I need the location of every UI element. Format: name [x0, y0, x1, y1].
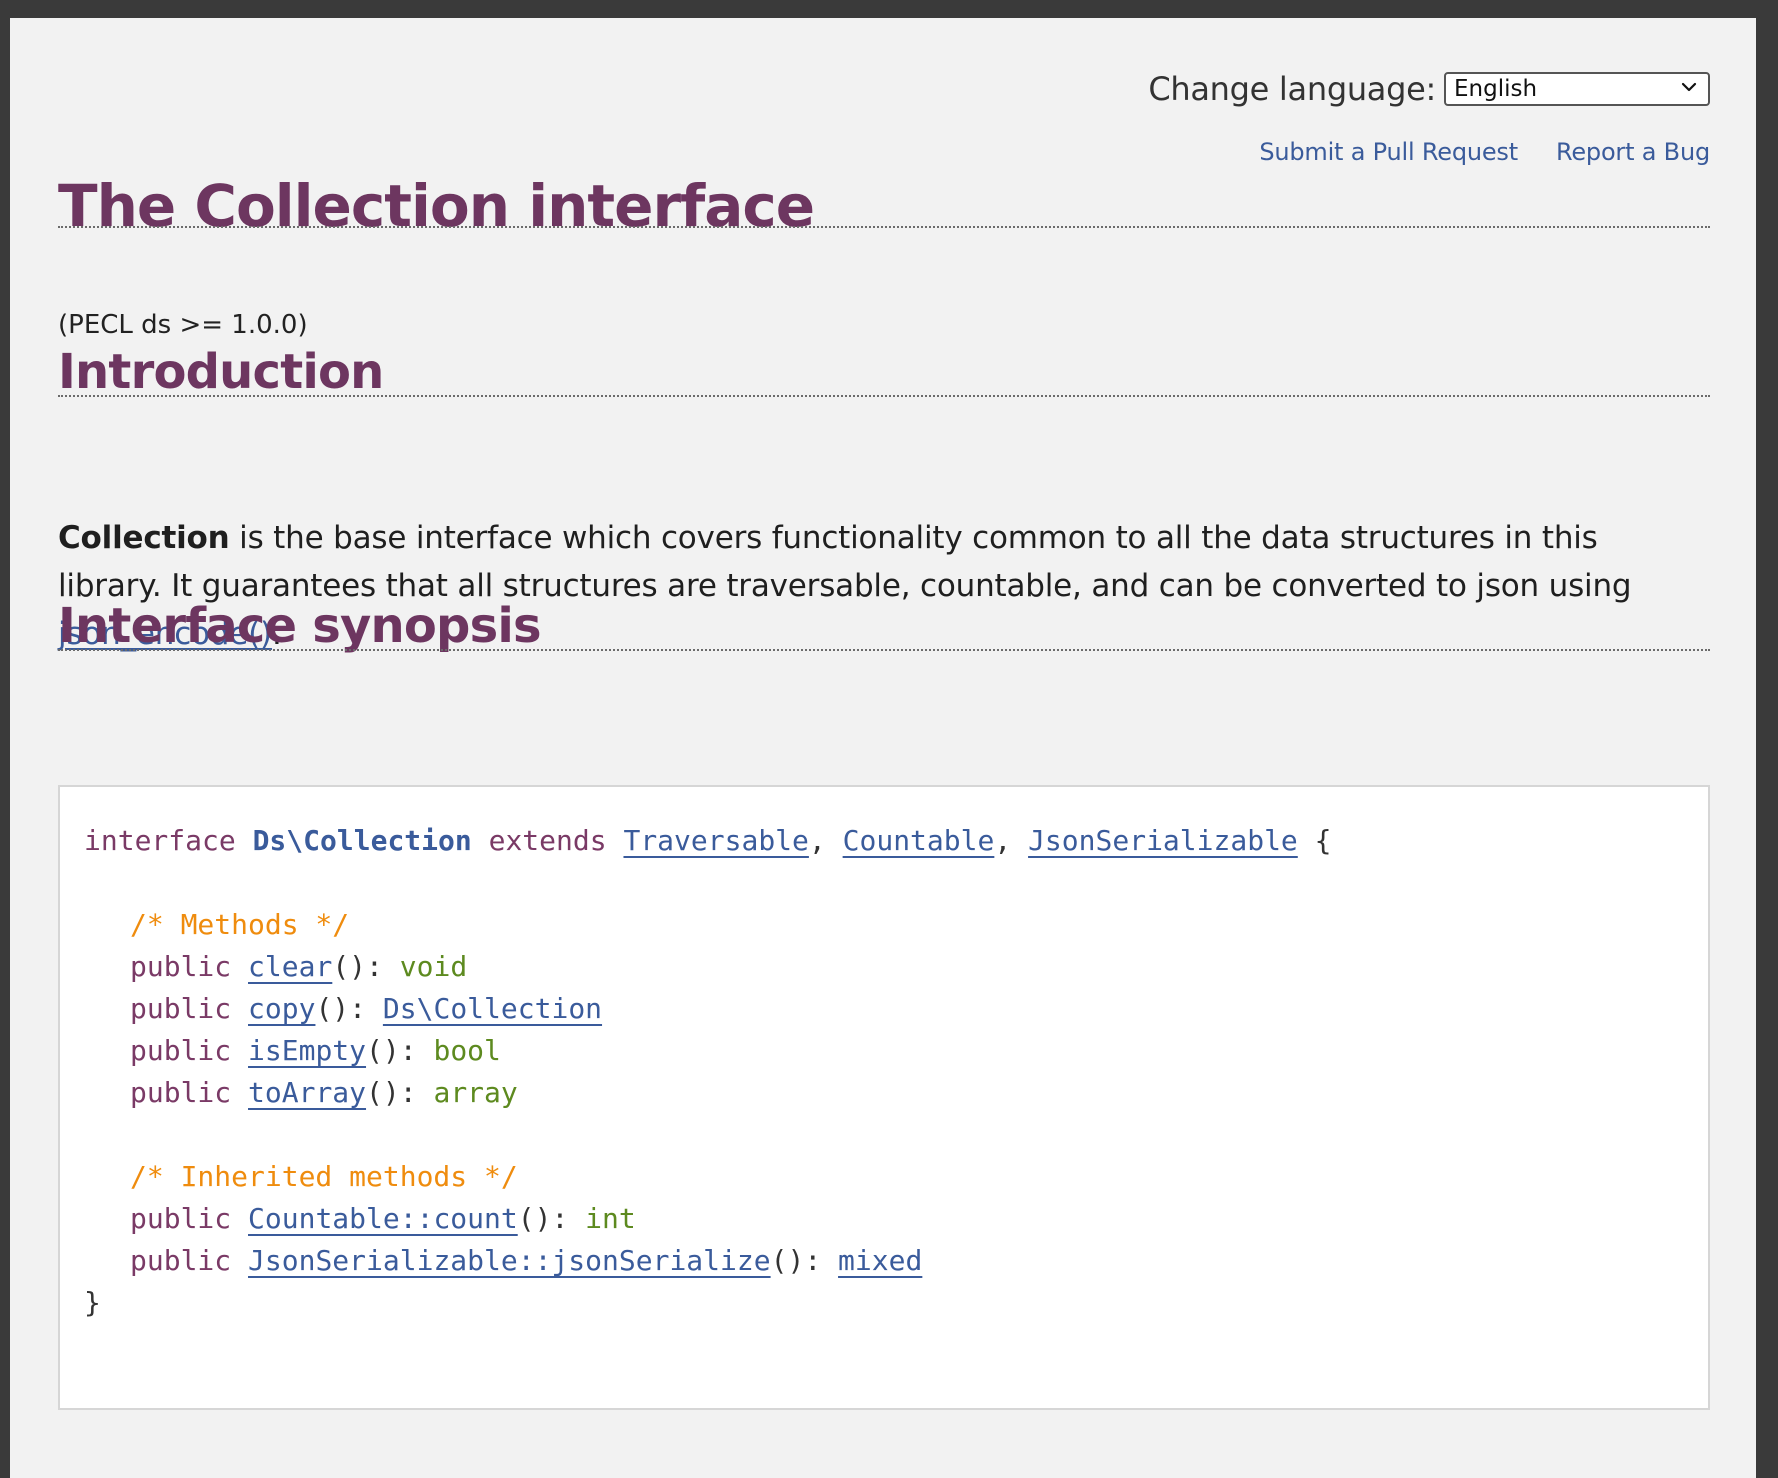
intro-text: is the base interface which covers funct…	[58, 520, 1632, 604]
modifier: public	[130, 1034, 232, 1067]
modifier: public	[130, 1202, 232, 1235]
keyword-interface: interface	[84, 824, 236, 857]
parens: ():	[366, 1034, 434, 1067]
top-links: Submit a Pull Request Report a Bug	[1259, 138, 1710, 166]
class-name: Ds\Collection	[252, 824, 472, 857]
page-title: The Collection interface	[58, 172, 815, 240]
return-type: int	[585, 1202, 636, 1235]
parent-traversable-link[interactable]: Traversable	[623, 824, 808, 857]
submit-pull-request-link[interactable]: Submit a Pull Request	[1259, 138, 1518, 166]
parent-jsonserializable-link[interactable]: JsonSerializable	[1028, 824, 1298, 857]
modifier: public	[130, 950, 232, 983]
method-isempty-link[interactable]: isEmpty	[248, 1034, 366, 1067]
language-switcher: Change language: English	[1148, 70, 1710, 108]
method-countable-count-link[interactable]: Countable::count	[248, 1202, 518, 1235]
language-selected-value: English	[1454, 76, 1538, 102]
comment-inherited: /* Inherited methods */	[130, 1160, 518, 1193]
synopsis-divider	[58, 649, 1710, 651]
modifier: public	[130, 1076, 232, 1109]
close-brace: }	[84, 1286, 101, 1319]
page-frame: Change language: English Submit a Pull R…	[10, 18, 1756, 1478]
return-type: array	[433, 1076, 518, 1109]
method-row: public toArray(): array	[130, 1073, 518, 1113]
collection-term: Collection	[58, 520, 230, 556]
language-label: Change language:	[1148, 70, 1436, 108]
report-bug-link[interactable]: Report a Bug	[1556, 138, 1710, 166]
introduction-divider	[58, 395, 1710, 397]
method-row: public JsonSerializable::jsonSerialize()…	[130, 1241, 922, 1281]
comma: ,	[994, 824, 1029, 857]
parens: ():	[517, 1202, 586, 1235]
method-clear-link[interactable]: clear	[248, 950, 332, 983]
parens: ():	[315, 992, 383, 1025]
chevron-down-icon	[1681, 82, 1697, 92]
method-toarray-link[interactable]: toArray	[248, 1076, 366, 1109]
return-type: bool	[433, 1034, 501, 1067]
method-copy-link[interactable]: copy	[248, 992, 315, 1025]
parens: ():	[770, 1244, 839, 1277]
synopsis-heading: Interface synopsis	[58, 598, 542, 654]
version-info: (PECL ds >= 1.0.0)	[58, 310, 308, 340]
parens: ():	[366, 1076, 434, 1109]
synopsis-declaration: interface Ds\Collection extends Traversa…	[84, 821, 1332, 861]
keyword-extends: extends	[488, 824, 607, 857]
open-brace: {	[1314, 824, 1332, 857]
method-row: public copy(): Ds\Collection	[130, 989, 602, 1029]
language-select[interactable]: English	[1444, 72, 1710, 106]
introduction-heading: Introduction	[58, 344, 384, 400]
return-type-mixed-link[interactable]: mixed	[838, 1244, 922, 1277]
return-type-collection-link[interactable]: Ds\Collection	[383, 992, 602, 1025]
method-row: public Countable::count(): int	[130, 1199, 636, 1239]
comma: ,	[808, 824, 843, 857]
modifier: public	[130, 992, 232, 1025]
method-row: public clear(): void	[130, 947, 467, 987]
parent-countable-link[interactable]: Countable	[843, 824, 995, 857]
method-row: public isEmpty(): bool	[130, 1031, 501, 1071]
return-type: void	[399, 950, 468, 983]
parens: ():	[332, 950, 400, 983]
title-divider	[58, 226, 1710, 228]
comment-methods: /* Methods */	[130, 908, 350, 941]
class-synopsis: interface Ds\Collection extends Traversa…	[58, 785, 1710, 1410]
method-jsonserialize-link[interactable]: JsonSerializable::jsonSerialize	[248, 1244, 771, 1277]
modifier: public	[130, 1244, 232, 1277]
